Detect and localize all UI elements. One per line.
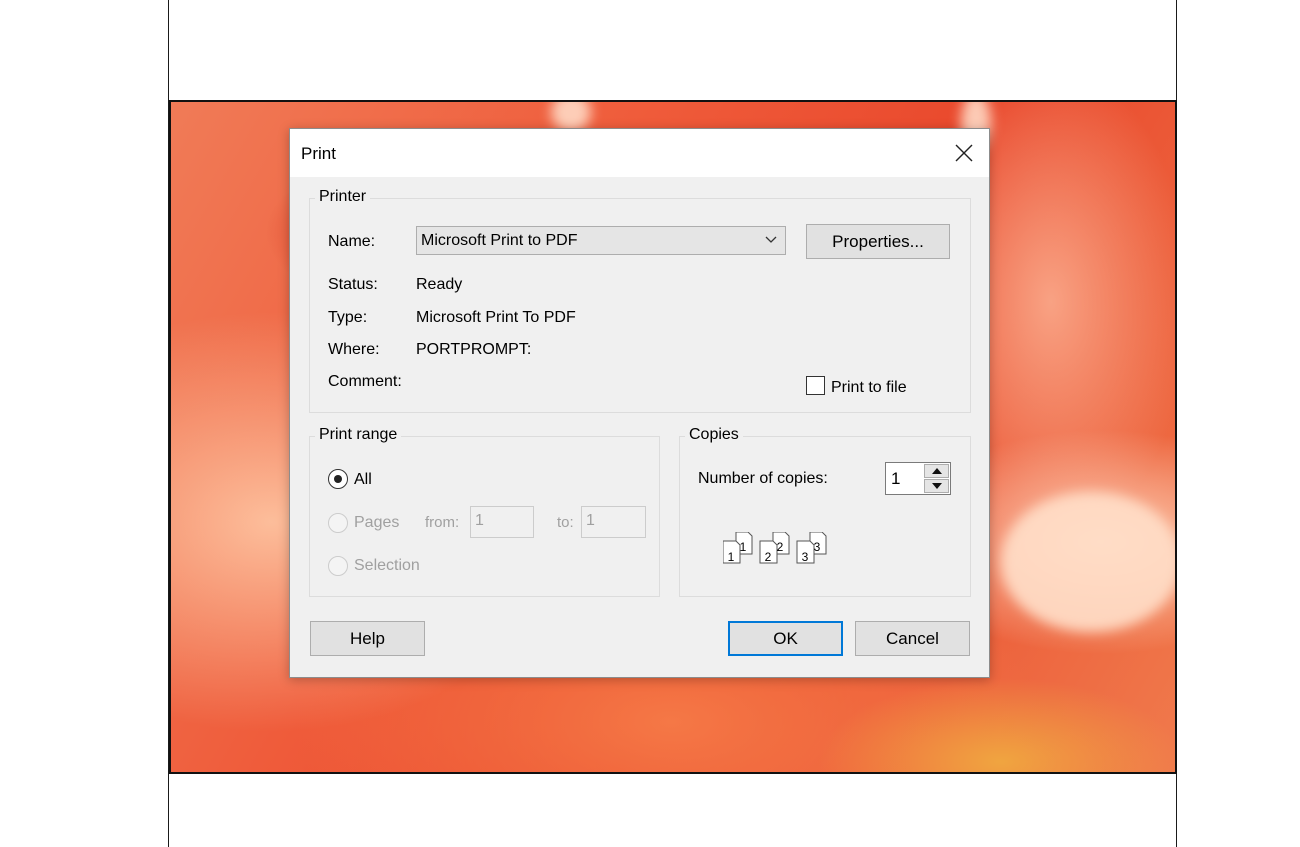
triangle-down-icon	[931, 483, 942, 489]
where-label: Where:	[328, 341, 380, 358]
ok-button[interactable]: OK	[728, 621, 843, 656]
number-of-copies-value[interactable]: 1	[891, 469, 900, 489]
petal-highlight	[1001, 492, 1175, 632]
printer-group-label: Printer	[315, 188, 371, 206]
close-icon	[955, 144, 973, 162]
print-to-file-label[interactable]: Print to file	[831, 379, 907, 397]
collate-page-number: 1	[740, 540, 747, 554]
collate-page-number: 1	[728, 550, 735, 564]
pages-radio[interactable]	[328, 513, 348, 533]
pages-radio-label[interactable]: Pages	[354, 514, 399, 532]
properties-button[interactable]: Properties...	[806, 224, 950, 259]
from-page-input[interactable]: 1	[470, 506, 534, 538]
print-range-group-label: Print range	[315, 426, 402, 444]
dialog-titlebar: Print	[290, 129, 989, 177]
number-of-copies-label: Number of copies:	[698, 470, 828, 487]
dialog-title: Print	[301, 144, 336, 163]
cancel-button[interactable]: Cancel	[855, 621, 970, 656]
collate-page-number: 3	[802, 550, 809, 564]
stepper-buttons	[924, 464, 949, 493]
close-button[interactable]	[939, 129, 989, 177]
collate-page-number: 2	[777, 540, 784, 554]
print-dialog: Print Printer Name: Microsoft Print to P…	[289, 128, 990, 678]
collate-pages-icon: 1 1 2 2 3 3	[723, 532, 827, 564]
help-button[interactable]: Help	[310, 621, 425, 656]
selection-radio-label[interactable]: Selection	[354, 557, 420, 575]
status-label: Status:	[328, 276, 378, 293]
collate-set-2: 2 2	[759, 532, 790, 564]
collate-page-number: 2	[765, 550, 772, 564]
copies-group: Copies	[679, 426, 971, 597]
collate-set-1: 1 1	[723, 532, 753, 564]
printer-name-select[interactable]: Microsoft Print to PDF	[416, 226, 786, 255]
increment-button[interactable]	[924, 464, 949, 478]
to-label: to:	[557, 514, 574, 531]
name-label: Name:	[328, 233, 376, 250]
status-value: Ready	[416, 276, 463, 293]
collate-page-number: 3	[814, 540, 821, 554]
where-value: PORTPROMPT:	[416, 341, 532, 358]
all-radio[interactable]	[328, 469, 348, 489]
number-of-copies-stepper[interactable]: 1	[885, 462, 951, 495]
comment-label: Comment:	[328, 373, 402, 390]
from-label: from:	[425, 514, 460, 531]
copies-group-label: Copies	[685, 426, 743, 444]
collate-set-3: 3 3	[796, 532, 827, 564]
decrement-button[interactable]	[924, 479, 949, 493]
all-radio-label[interactable]: All	[354, 471, 372, 489]
printer-name-value: Microsoft Print to PDF	[421, 231, 578, 249]
print-to-file-checkbox[interactable]	[806, 376, 825, 395]
to-page-input[interactable]: 1	[581, 506, 646, 538]
triangle-up-icon	[931, 468, 942, 474]
type-value: Microsoft Print To PDF	[416, 309, 576, 326]
chevron-down-icon	[765, 236, 777, 243]
selection-radio[interactable]	[328, 556, 348, 576]
type-label: Type:	[328, 309, 368, 326]
radio-selected-dot	[334, 475, 342, 483]
